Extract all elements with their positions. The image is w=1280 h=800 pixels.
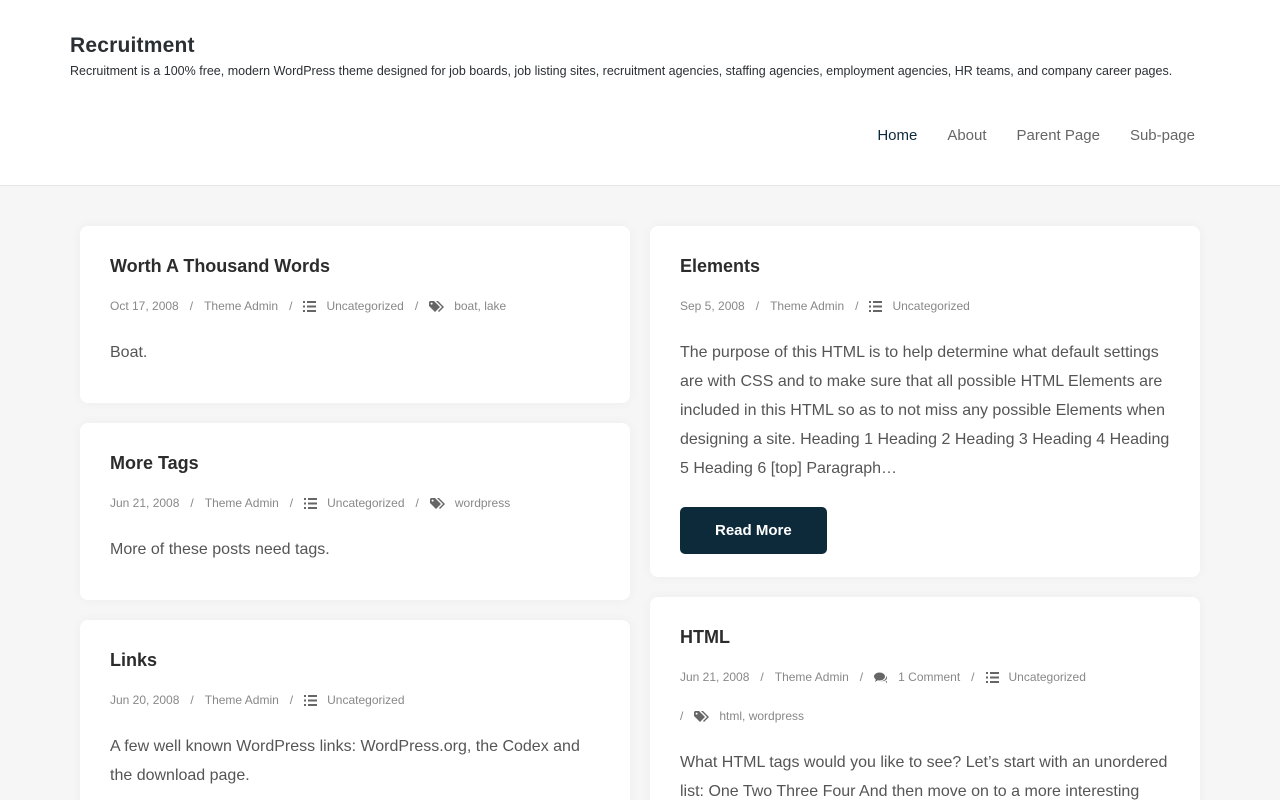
post-category[interactable]: Uncategorized — [892, 299, 969, 314]
meta-separator: / — [189, 299, 194, 313]
post-excerpt: The purpose of this HTML is to help dete… — [680, 344, 1170, 477]
nav-home[interactable]: Home — [877, 127, 917, 144]
post-title[interactable]: Worth A Thousand Words — [110, 256, 600, 277]
post-category[interactable]: Uncategorized — [327, 693, 404, 708]
site-header: Recruitment Recruitment is a 100% free, … — [0, 0, 1280, 186]
post-meta: Jun 21, 2008 / Theme Admin / 1 Comment /… — [680, 670, 1170, 724]
post-title[interactable]: More Tags — [110, 453, 600, 474]
post-date[interactable]: Jun 20, 2008 — [110, 693, 179, 708]
list-icon — [985, 672, 999, 683]
post-author[interactable]: Theme Admin — [204, 299, 278, 314]
post-author[interactable]: Theme Admin — [205, 693, 279, 708]
post-author[interactable]: Theme Admin — [770, 299, 844, 314]
post-tags: html, wordpress — [719, 709, 805, 723]
tags-icon — [694, 710, 710, 723]
post-date[interactable]: Oct 17, 2008 — [110, 299, 179, 314]
site-title[interactable]: Recruitment — [70, 34, 1210, 58]
post-card: Links Jun 20, 2008 / Theme Admin / Uncat… — [80, 620, 630, 800]
tag-link[interactable]: html — [719, 709, 742, 723]
tag-link[interactable]: wordpress — [749, 709, 804, 723]
meta-separator: / — [755, 299, 760, 313]
post-tags: boat, lake — [454, 299, 507, 313]
meta-separator: / — [415, 496, 419, 510]
nav-about[interactable]: About — [947, 127, 986, 144]
post-meta: Oct 17, 2008 / Theme Admin / Uncategoriz… — [110, 299, 600, 314]
meta-separator: / — [289, 693, 294, 707]
post-excerpt: What HTML tags would you like to see? Le… — [680, 754, 1168, 800]
post-date[interactable]: Jun 21, 2008 — [680, 670, 749, 685]
site-description: Recruitment is a 100% free, modern WordP… — [70, 64, 1173, 78]
post-author[interactable]: Theme Admin — [205, 496, 279, 511]
post-meta: Sep 5, 2008 / Theme Admin / Uncategorize… — [680, 299, 1170, 314]
post-meta: Jun 21, 2008 / Theme Admin / Uncategoriz… — [110, 496, 600, 511]
comments-icon — [874, 672, 888, 684]
site-branding: Recruitment Recruitment is a 100% free, … — [70, 34, 1210, 78]
meta-separator: / — [190, 693, 194, 707]
list-icon — [304, 498, 318, 509]
meta-separator: / — [414, 299, 419, 313]
post-title[interactable]: HTML — [680, 627, 1170, 648]
nav-parent-page[interactable]: Parent Page — [1017, 127, 1100, 144]
meta-separator: / — [859, 670, 864, 684]
post-category[interactable]: Uncategorized — [326, 299, 403, 314]
post-author[interactable]: Theme Admin — [775, 670, 849, 685]
tag-link[interactable]: wordpress — [455, 496, 510, 511]
post-excerpt: A few well known WordPress links: WordPr… — [110, 738, 580, 784]
post-date[interactable]: Jun 21, 2008 — [110, 496, 179, 511]
post-excerpt: More of these posts need tags. — [110, 541, 330, 558]
post-category[interactable]: Uncategorized — [1009, 670, 1086, 685]
tags-icon — [429, 497, 445, 510]
post-date[interactable]: Sep 5, 2008 — [680, 299, 745, 314]
list-icon — [303, 301, 317, 312]
main-navigation: Home About Parent Page Sub-page — [877, 127, 1195, 144]
list-icon — [304, 695, 318, 706]
post-card: HTML Jun 21, 2008 / Theme Admin / 1 Comm… — [650, 597, 1200, 800]
post-meta: Jun 20, 2008 / Theme Admin / Uncategoriz… — [110, 693, 600, 708]
tag-link[interactable]: boat — [454, 299, 477, 313]
nav-sub-page[interactable]: Sub-page — [1130, 127, 1195, 144]
meta-separator: / — [190, 496, 194, 510]
meta-separator: / — [289, 496, 294, 510]
post-comments[interactable]: 1 Comment — [898, 670, 960, 685]
post-excerpt: Boat. — [110, 344, 148, 361]
tags-icon — [429, 300, 445, 313]
meta-separator: / — [855, 299, 859, 313]
post-title[interactable]: Links — [110, 650, 600, 671]
list-icon — [869, 301, 883, 312]
meta-separator: / — [971, 670, 975, 684]
post-card: Elements Sep 5, 2008 / Theme Admin / Unc… — [650, 226, 1200, 577]
meta-separator: / — [760, 670, 764, 684]
meta-separator: / — [289, 299, 293, 313]
post-category[interactable]: Uncategorized — [327, 496, 404, 511]
tag-link[interactable]: lake — [484, 299, 506, 313]
post-card: More Tags Jun 21, 2008 / Theme Admin / U… — [80, 423, 630, 600]
post-title[interactable]: Elements — [680, 256, 1170, 277]
meta-separator: / — [680, 709, 684, 723]
read-more-button[interactable]: Read More — [680, 507, 827, 554]
post-card: Worth A Thousand Words Oct 17, 2008 / Th… — [80, 226, 630, 403]
